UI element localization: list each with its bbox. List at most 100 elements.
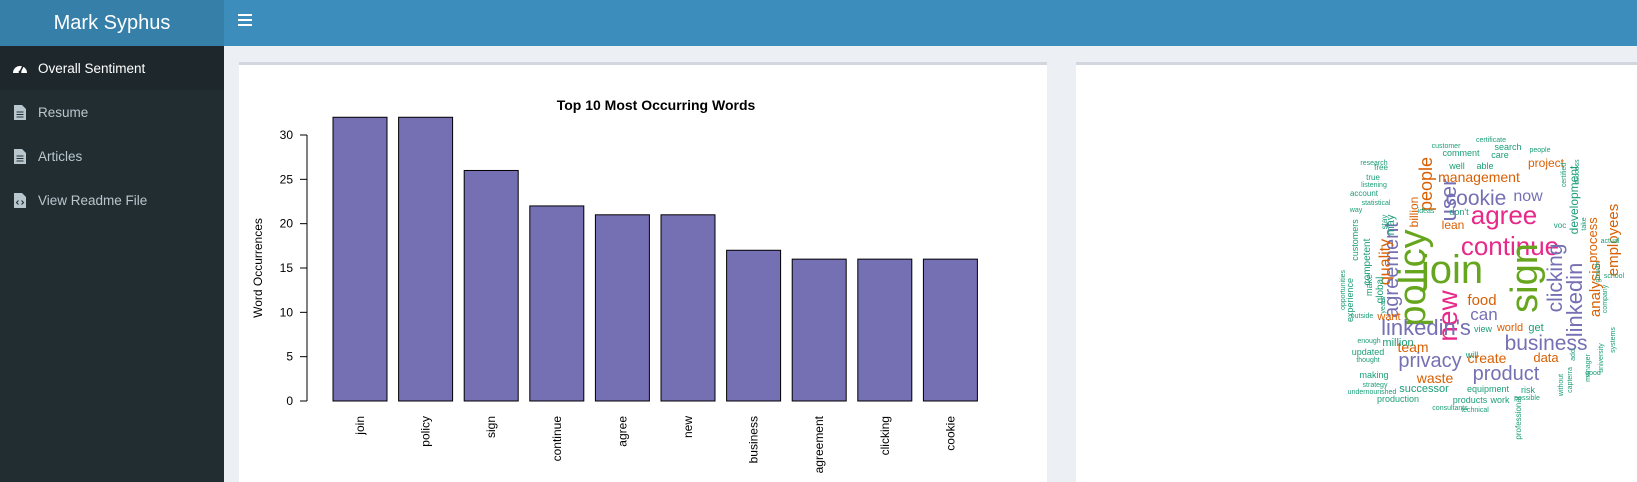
file-icon bbox=[12, 104, 28, 120]
word-cloud-word: voc bbox=[1554, 221, 1566, 230]
word-cloud-word: thought bbox=[1356, 357, 1379, 364]
sidebar-item-label: Resume bbox=[38, 104, 89, 120]
dashboard-icon bbox=[12, 60, 28, 76]
word-cloud-word: manager bbox=[1585, 354, 1592, 382]
word-cloud-word: world bbox=[1496, 322, 1523, 334]
word-cloud-word: management bbox=[1438, 169, 1520, 185]
word-cloud-word: enough bbox=[1357, 338, 1380, 345]
file-icon bbox=[12, 148, 28, 164]
word-cloud-word: way bbox=[1349, 207, 1363, 214]
y-tick-label: 20 bbox=[280, 217, 294, 231]
word-cloud-word: well bbox=[1448, 161, 1465, 171]
word-cloud-word: without bbox=[1558, 374, 1565, 397]
word-cloud-word: work bbox=[1489, 395, 1510, 405]
word-cloud-word: school bbox=[1604, 273, 1625, 280]
word-cloud-word: linkedin bbox=[1562, 263, 1587, 338]
word-cloud-word: research bbox=[1360, 160, 1387, 167]
word-cloud-word: stay bbox=[1380, 215, 1389, 230]
bar bbox=[857, 258, 913, 402]
y-tick-label: 0 bbox=[286, 394, 293, 408]
y-tick-label: 25 bbox=[280, 172, 294, 186]
word-cloud-word: customers bbox=[1350, 219, 1360, 261]
bar bbox=[398, 116, 454, 402]
x-tick-label: policy bbox=[419, 416, 433, 447]
word-cloud: policyjoincontinuesignagreenewbusinessag… bbox=[1340, 137, 1625, 440]
word-cloud-word: good bbox=[1585, 370, 1601, 377]
word-cloud-word: get bbox=[1528, 322, 1543, 334]
word-cloud-word: will bbox=[1465, 350, 1479, 360]
word-cloud-word: million bbox=[1382, 337, 1413, 349]
sidebar: Overall Sentiment Resume Articles View R… bbox=[0, 46, 224, 482]
word-cloud-word: true bbox=[1366, 173, 1380, 182]
word-cloud-word: growth bbox=[1595, 261, 1602, 282]
word-cloud-word: make bbox=[1364, 274, 1374, 296]
chart-title: Top 10 Most Occurring Words bbox=[557, 97, 756, 113]
x-tick-label: agreement bbox=[812, 415, 826, 473]
word-cloud-word: certified bbox=[1561, 163, 1568, 188]
word-cloud-word: opportunities bbox=[1340, 269, 1347, 310]
bar bbox=[332, 116, 388, 402]
word-cloud-word: making bbox=[1359, 370, 1388, 380]
word-cloud-word: sign bbox=[1504, 243, 1546, 313]
bar bbox=[660, 214, 716, 402]
bar bbox=[726, 249, 782, 402]
y-tick-label: 10 bbox=[280, 305, 294, 319]
word-cloud-word: possible bbox=[1514, 395, 1540, 402]
brand-logo[interactable]: Mark Syphus bbox=[0, 0, 224, 46]
sidebar-item-label: View Readme File bbox=[38, 192, 148, 208]
brand-title: Mark Syphus bbox=[53, 11, 171, 34]
x-tick-label: agree bbox=[615, 416, 629, 447]
y-tick-label: 15 bbox=[280, 261, 294, 275]
word-cloud-word: updated bbox=[1352, 347, 1385, 357]
word-cloud-word: now bbox=[1513, 188, 1543, 205]
word-cloud-word: ideas bbox=[1418, 208, 1435, 215]
word-cloud-word: years bbox=[1380, 296, 1387, 314]
word-cloud-word: strategy bbox=[1363, 382, 1388, 389]
word-cloud-word: customer bbox=[1432, 143, 1461, 150]
word-cloud-word: products bbox=[1453, 395, 1488, 405]
word-cloud-word: people bbox=[1529, 147, 1550, 154]
word-cloud-word: certificate bbox=[1476, 137, 1506, 144]
word-cloud-word: take bbox=[1581, 217, 1588, 230]
word-cloud-word: product bbox=[1473, 363, 1540, 385]
word-cloud-word: systems bbox=[1610, 327, 1617, 353]
sidebar-item-articles[interactable]: Articles bbox=[0, 134, 224, 178]
word-cloud-word: equipment bbox=[1467, 384, 1510, 394]
bar-chart: Top 10 Most Occurring Words Word Occurren… bbox=[251, 97, 978, 473]
word-cloud-word: don't bbox=[1449, 207, 1469, 217]
word-cloud-word: view bbox=[1474, 324, 1493, 334]
sidebar-item-resume[interactable]: Resume bbox=[0, 90, 224, 134]
word-cloud-word: able bbox=[1476, 161, 1493, 171]
wordcloud-box: policy join continue sign agree new business ag… bbox=[1076, 62, 1637, 482]
bar bbox=[529, 205, 585, 402]
x-tick-label: new bbox=[681, 416, 695, 438]
x-tick-label: continue bbox=[550, 416, 564, 462]
word-cloud-word: company bbox=[1602, 284, 1609, 313]
word-cloud-word: technical bbox=[1461, 407, 1489, 414]
word-cloud-word: data bbox=[1533, 350, 1559, 365]
word-cloud-word: food bbox=[1467, 292, 1496, 309]
word-cloud-word: project bbox=[1528, 156, 1565, 170]
bar bbox=[463, 169, 519, 402]
y-axis-label: Word Occurrences bbox=[251, 218, 265, 318]
x-tick-label: clicking bbox=[878, 416, 892, 455]
x-tick-label: sign bbox=[484, 416, 498, 438]
code-file-icon bbox=[12, 192, 28, 208]
word-cloud-word: add bbox=[1570, 349, 1577, 361]
word-cloud-word: undernourished bbox=[1348, 389, 1397, 396]
word-cloud-word: lean bbox=[1442, 218, 1465, 232]
sidebar-item-view-readme[interactable]: View Readme File bbox=[0, 178, 224, 222]
bar bbox=[791, 258, 847, 402]
word-cloud-word: professional bbox=[1514, 396, 1523, 439]
word-cloud-word: risk bbox=[1521, 385, 1535, 395]
bar bbox=[594, 214, 650, 402]
top-navbar bbox=[224, 0, 1637, 46]
word-cloud-word: actual bbox=[1601, 238, 1620, 245]
word-cloud-word: university bbox=[1598, 343, 1605, 373]
sidebar-toggle-icon[interactable] bbox=[238, 14, 252, 32]
x-tick-label: join bbox=[353, 416, 367, 436]
sidebar-item-overall-sentiment[interactable]: Overall Sentiment bbox=[0, 46, 224, 90]
sidebar-item-label: Articles bbox=[38, 148, 83, 164]
word-cloud-word: statistical bbox=[1362, 200, 1391, 207]
bar-chart-box: Top 10 Most Occurring Words Word Occurren… bbox=[239, 62, 1047, 482]
